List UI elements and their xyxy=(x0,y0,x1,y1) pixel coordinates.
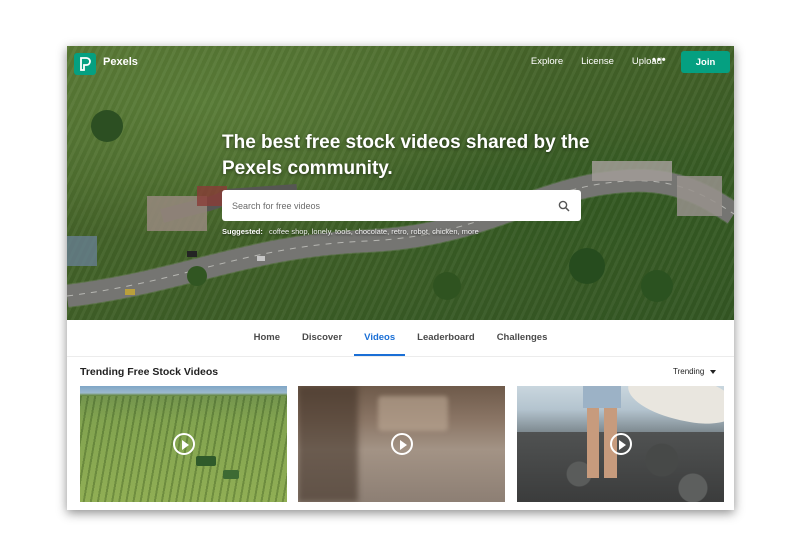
tab-videos[interactable]: Videos xyxy=(354,320,406,356)
hero-headline: The best free stock videos shared by the… xyxy=(222,132,590,179)
play-icon[interactable] xyxy=(390,433,413,455)
sort-label[interactable]: Trending xyxy=(673,367,704,376)
play-icon[interactable] xyxy=(609,433,632,455)
trailer xyxy=(223,470,239,479)
sort-dropdown[interactable]: Trending xyxy=(673,367,717,376)
search-bar[interactable]: Search for free videos xyxy=(222,190,581,221)
video-thumbnail-field[interactable] xyxy=(80,386,287,502)
search-icon[interactable] xyxy=(556,198,572,214)
hero-overlay xyxy=(67,46,734,320)
brand-name[interactable]: Pexels xyxy=(103,56,138,68)
interior-window xyxy=(378,396,448,431)
tab-challenges[interactable]: Challenges xyxy=(497,320,548,356)
nav-license-link[interactable]: License xyxy=(581,56,614,67)
play-icon[interactable] xyxy=(172,433,195,455)
browser-frame: Pexels Explore License Upload ••• Join T… xyxy=(67,46,734,510)
hero-banner: Pexels Explore License Upload ••• Join T… xyxy=(67,46,734,320)
tractor xyxy=(196,456,216,466)
top-nav: Explore License Upload xyxy=(513,56,662,67)
search-input[interactable]: Search for free videos xyxy=(232,201,556,211)
section-tabs: Home Discover Videos Leaderboard Challen… xyxy=(67,320,734,357)
interior-shadow xyxy=(298,386,358,502)
nav-explore-link[interactable]: Explore xyxy=(531,56,563,67)
video-thumbnail-surfer[interactable] xyxy=(517,386,724,502)
suggested-terms[interactable]: coffee shop, lonely, tools, chocolate, r… xyxy=(269,227,479,236)
tab-discover[interactable]: Discover xyxy=(302,320,342,356)
join-button[interactable]: Join xyxy=(681,51,730,73)
section-title: Trending Free Stock Videos xyxy=(80,366,219,378)
surfer-shorts xyxy=(583,386,621,408)
tab-home[interactable]: Home xyxy=(254,320,280,356)
tab-leaderboard[interactable]: Leaderboard xyxy=(417,320,475,356)
surfboard xyxy=(623,386,724,431)
suggested-label: Suggested: xyxy=(222,227,263,236)
suggested-searches: Suggested: coffee shop, lonely, tools, c… xyxy=(222,227,479,236)
more-dots-icon[interactable]: ••• xyxy=(652,54,667,66)
pexels-logo-icon[interactable] xyxy=(74,53,96,75)
caret-down-icon[interactable] xyxy=(710,369,717,374)
video-thumbnail-interior[interactable] xyxy=(298,386,505,502)
